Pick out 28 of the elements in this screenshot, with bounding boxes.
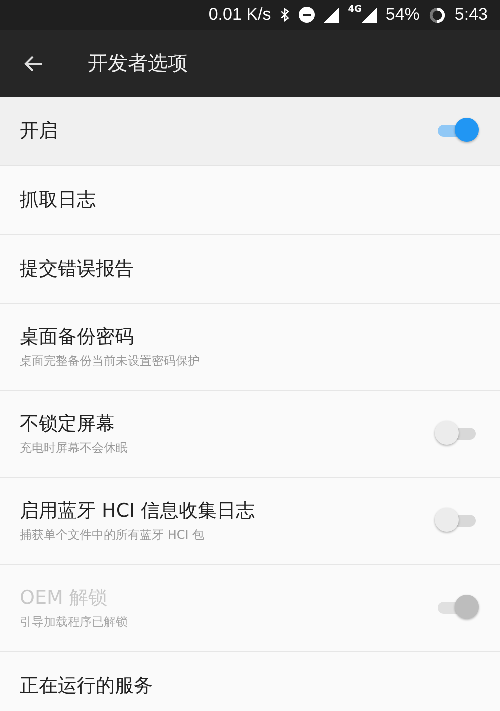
battery-level: 54%: [386, 5, 420, 25]
row-title: 不锁定屏幕: [20, 412, 116, 437]
row-title: 抓取日志: [20, 188, 96, 213]
settings-row[interactable]: 抓取日志: [0, 166, 500, 235]
settings-row[interactable]: 不锁定屏幕 充电时屏幕不会休眠: [0, 391, 500, 478]
settings-row[interactable]: 正在运行的服务: [0, 652, 500, 711]
network-speed: 0.01 K/s: [208, 5, 272, 25]
row-title: 提交错误报告: [20, 257, 134, 282]
row-subtitle: 充电时屏幕不会休眠: [20, 440, 128, 457]
row-subtitle: 捕获单个文件中的所有蓝牙 HCI 包: [20, 527, 206, 544]
settings-row[interactable]: 启用蓝牙 HCI 信息收集日志 捕获单个文件中的所有蓝牙 HCI 包: [0, 478, 500, 565]
network-type: 4G: [348, 5, 362, 15]
row-subtitle: 桌面完整备份当前未设置密码保护: [20, 353, 200, 370]
settings-row[interactable]: 桌面备份密码 桌面完整备份当前未设置密码保护: [0, 304, 500, 391]
master-switch-row[interactable]: 开启: [0, 97, 500, 166]
row-title: 正在运行的服务: [20, 674, 153, 699]
bluetooth-icon: [280, 7, 290, 23]
do-not-disturb-icon: [299, 7, 316, 23]
toolbar-title: 开发者选项: [88, 50, 188, 77]
row-title: 启用蓝牙 HCI 信息收集日志: [20, 499, 256, 524]
signal-icon: [324, 8, 340, 22]
signal-icon: [362, 8, 377, 22]
row-title: 桌面备份密码: [20, 325, 135, 350]
switch-label: 开启: [20, 119, 58, 144]
clock: 5:43: [454, 5, 488, 25]
settings-row[interactable]: 提交错误报告: [0, 235, 500, 304]
battery-ring-icon: [428, 6, 446, 24]
row-subtitle: 引导加载程序已解锁: [20, 614, 128, 631]
